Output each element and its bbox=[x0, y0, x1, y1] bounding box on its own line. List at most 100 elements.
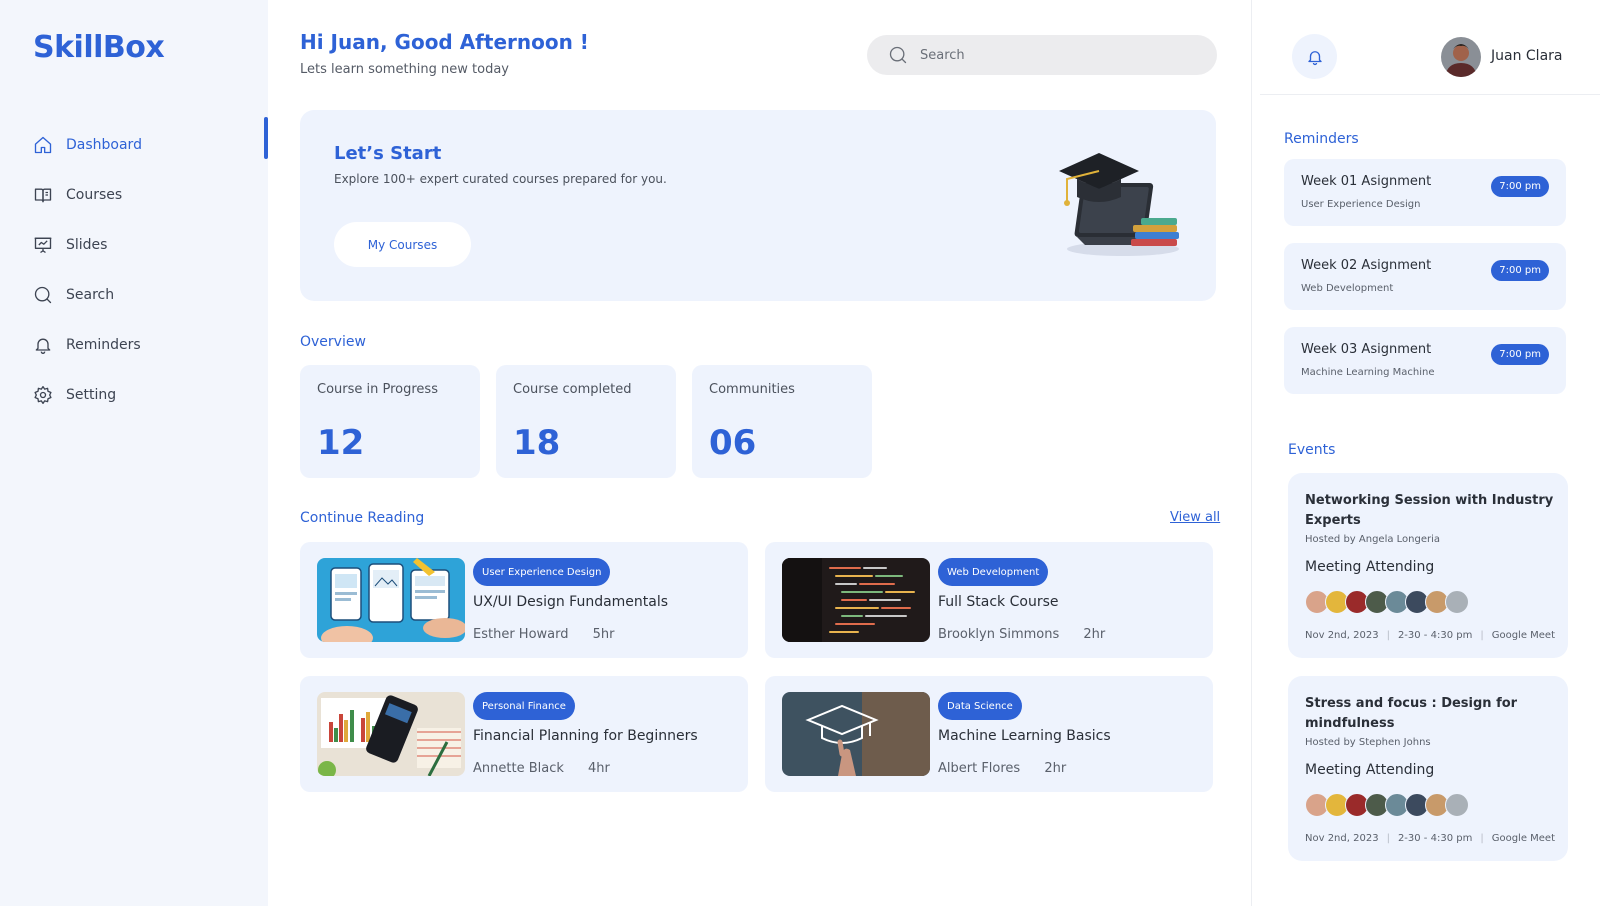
course-meta: Brooklyn Simmons 2hr bbox=[938, 627, 1105, 642]
event-title: Stress and focus : Design for mindfulnes… bbox=[1305, 696, 1518, 731]
sidebar-item-dashboard[interactable]: Dashboard bbox=[33, 120, 253, 170]
app-logo[interactable]: SkillBox bbox=[33, 30, 165, 65]
event-card[interactable]: Stress and focus : Design for mindfulnes… bbox=[1288, 676, 1568, 861]
course-title: Machine Learning Basics bbox=[938, 728, 1111, 744]
search-input[interactable] bbox=[920, 47, 1200, 63]
sidebar: SkillBox Dashboard Courses Slides Search… bbox=[0, 0, 268, 906]
search-icon bbox=[34, 286, 52, 304]
course-meta: Annette Black 4hr bbox=[473, 761, 610, 776]
event-card[interactable]: Networking Session with Industry Experts… bbox=[1288, 473, 1568, 658]
event-meta: Nov 2nd, 2023 | 2-30 - 4:30 pm | Google Meet bbox=[1305, 833, 1555, 844]
course-thumbnail bbox=[782, 558, 930, 642]
stat-label: Course in Progress bbox=[317, 382, 438, 397]
bell-icon bbox=[1307, 50, 1322, 65]
sidebar-item-setting[interactable]: Setting bbox=[33, 370, 253, 420]
graduation-laptop-illustration bbox=[1059, 153, 1179, 256]
event-date: Nov 2nd, 2023 bbox=[1305, 630, 1379, 641]
course-category-badge: User Experience Design bbox=[473, 558, 611, 586]
home-icon bbox=[34, 136, 52, 154]
course-meta: Albert Flores 2hr bbox=[938, 761, 1066, 776]
reminder-title: Week 01 Asignment bbox=[1301, 174, 1432, 189]
stat-value: 12 bbox=[317, 423, 365, 463]
stat-label: Course completed bbox=[513, 382, 632, 397]
user-name[interactable]: Juan Clara bbox=[1491, 48, 1562, 64]
stat-value: 18 bbox=[513, 423, 561, 463]
stat-card-completed: Course completed 18 bbox=[496, 365, 676, 478]
course-category-badge: Personal Finance bbox=[473, 692, 575, 720]
sidebar-item-courses[interactable]: Courses bbox=[33, 170, 253, 220]
event-host: Hosted by Stephen Johns bbox=[1305, 737, 1431, 748]
notifications-button[interactable] bbox=[1292, 34, 1337, 79]
course-author: Albert Flores bbox=[938, 761, 1021, 776]
course-meta: Esther Howard 5hr bbox=[473, 627, 615, 642]
sidebar-item-label: Setting bbox=[66, 387, 117, 403]
event-status: Meeting Attending bbox=[1305, 762, 1435, 778]
header-divider bbox=[1260, 94, 1600, 95]
sidebar-item-label: Search bbox=[66, 287, 115, 303]
reminder-card[interactable]: Week 02 Asignment Web Development 7:00 p… bbox=[1284, 243, 1566, 310]
stat-label: Communities bbox=[709, 382, 795, 397]
reminder-card[interactable]: Week 01 Asignment User Experience Design… bbox=[1284, 159, 1566, 226]
course-category-badge: Web Development bbox=[938, 558, 1049, 586]
reminder-subtitle: Web Development bbox=[1301, 283, 1394, 294]
active-nav-indicator bbox=[264, 117, 268, 159]
reminder-time-badge: 7:00 pm bbox=[1491, 260, 1549, 281]
course-author: Esther Howard bbox=[473, 627, 569, 642]
attendee-avatars bbox=[1305, 590, 1469, 614]
course-duration: 5hr bbox=[592, 627, 615, 642]
course-author: Brooklyn Simmons bbox=[938, 627, 1060, 642]
course-card[interactable]: Data Science Machine Learning Basics Alb… bbox=[765, 676, 1213, 792]
user-avatar[interactable] bbox=[1441, 37, 1481, 77]
event-platform: Google Meet bbox=[1491, 833, 1555, 844]
event-date: Nov 2nd, 2023 bbox=[1305, 833, 1379, 844]
reminder-subtitle: User Experience Design bbox=[1301, 199, 1421, 210]
sidebar-item-search[interactable]: Search bbox=[33, 270, 253, 320]
event-title: Networking Session with Industry Experts bbox=[1305, 493, 1554, 528]
reminder-time-badge: 7:00 pm bbox=[1491, 176, 1549, 197]
attendee-avatar bbox=[1445, 590, 1469, 614]
search-icon bbox=[889, 46, 907, 64]
search-bar[interactable] bbox=[867, 35, 1217, 75]
reminder-title: Week 02 Asignment bbox=[1301, 258, 1432, 273]
attendee-avatar bbox=[1445, 793, 1469, 817]
right-panel-divider bbox=[1251, 0, 1252, 906]
sidebar-item-reminders[interactable]: Reminders bbox=[33, 320, 253, 370]
hero-subtitle: Explore 100+ expert curated courses prep… bbox=[334, 172, 667, 186]
reminder-card[interactable]: Week 03 Asignment Machine Learning Machi… bbox=[1284, 327, 1566, 394]
event-status: Meeting Attending bbox=[1305, 559, 1435, 575]
sidebar-item-label: Dashboard bbox=[66, 137, 142, 153]
course-thumbnail bbox=[782, 692, 930, 776]
sidebar-item-label: Slides bbox=[66, 237, 108, 253]
course-duration: 4hr bbox=[588, 761, 610, 776]
course-author: Annette Black bbox=[473, 761, 564, 776]
event-host: Hosted by Angela Longeria bbox=[1305, 534, 1441, 545]
book-icon bbox=[34, 188, 52, 203]
stat-card-communities: Communities 06 bbox=[692, 365, 872, 478]
reminders-heading: Reminders bbox=[1284, 131, 1359, 147]
gear-icon bbox=[34, 386, 52, 404]
my-courses-button[interactable]: My Courses bbox=[334, 222, 471, 267]
course-card[interactable]: User Experience Design UX/UI Design Fund… bbox=[300, 542, 748, 658]
stat-value: 06 bbox=[709, 423, 757, 463]
course-category-badge: Data Science bbox=[938, 692, 1022, 720]
sidebar-item-slides[interactable]: Slides bbox=[33, 220, 253, 270]
page-subtitle: Lets learn something new today bbox=[300, 62, 510, 77]
course-card[interactable]: Web Development Full Stack Course Brookl… bbox=[765, 542, 1213, 658]
view-all-link[interactable]: View all bbox=[1170, 510, 1220, 525]
stat-card-in-progress: Course in Progress 12 bbox=[300, 365, 480, 478]
hero-title: Let’s Start bbox=[334, 143, 442, 164]
course-title: Financial Planning for Beginners bbox=[473, 728, 698, 744]
course-duration: 2hr bbox=[1083, 627, 1106, 642]
event-time: 2-30 - 4:30 pm bbox=[1397, 630, 1473, 641]
course-card[interactable]: Personal Finance Financial Planning for … bbox=[300, 676, 748, 792]
reminder-time-badge: 7:00 pm bbox=[1491, 344, 1549, 365]
events-heading: Events bbox=[1288, 442, 1336, 458]
attendee-avatars bbox=[1305, 793, 1469, 817]
event-platform: Google Meet bbox=[1491, 630, 1555, 641]
course-thumbnail bbox=[317, 558, 465, 642]
event-time: 2-30 - 4:30 pm bbox=[1397, 833, 1473, 844]
presentation-icon bbox=[34, 237, 52, 254]
course-title: Full Stack Course bbox=[938, 594, 1059, 610]
bell-icon bbox=[35, 338, 51, 354]
overview-heading: Overview bbox=[300, 334, 366, 350]
